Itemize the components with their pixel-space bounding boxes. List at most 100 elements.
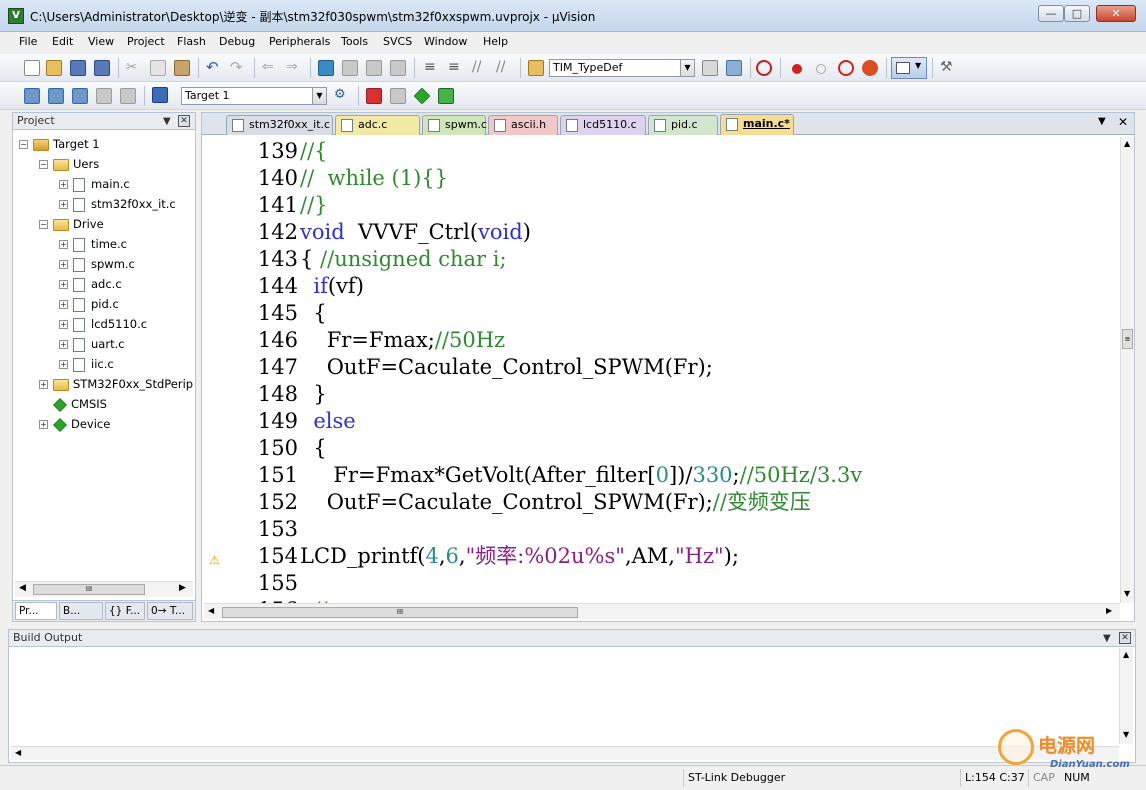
editor-vscroll[interactable]: ▲ ≡ ▼ <box>1120 137 1134 603</box>
tree-item[interactable]: + main.c <box>13 175 195 195</box>
find-in-files-icon[interactable] <box>528 60 544 76</box>
incremental-find-icon[interactable] <box>726 60 742 76</box>
menu-debug[interactable]: Debug <box>219 35 255 48</box>
unindent-icon[interactable]: ≡ <box>448 59 464 75</box>
pin-icon[interactable]: ▼ <box>1103 631 1111 647</box>
next-bookmark-icon[interactable] <box>366 60 382 76</box>
expand-toggle-icon[interactable]: + <box>59 300 68 309</box>
cut-icon[interactable]: ✂ <box>126 60 142 76</box>
expand-toggle-icon[interactable] <box>39 400 48 409</box>
scroll-down-icon[interactable]: ▼ <box>1124 589 1130 598</box>
tab-main-c-[interactable]: main.c* <box>720 114 794 135</box>
expand-toggle-icon[interactable]: + <box>59 320 68 329</box>
comment-icon[interactable]: // <box>472 59 488 75</box>
expand-toggle-icon[interactable]: + <box>59 340 68 349</box>
code-line[interactable]: 139//{ <box>204 138 1120 165</box>
menu-edit[interactable]: Edit <box>52 35 73 48</box>
code-line[interactable]: 150 { <box>204 435 1120 462</box>
code-line[interactable]: 149 else <box>204 408 1120 435</box>
kill-breakpoints-icon[interactable] <box>838 60 854 76</box>
bookmark-icon[interactable] <box>318 60 334 76</box>
disable-breakpoint-icon[interactable] <box>816 64 826 74</box>
clear-bookmarks-icon[interactable] <box>390 60 406 76</box>
code-line[interactable]: 142 void VVVF_Ctrl(void) <box>204 219 1120 246</box>
select-packs-icon[interactable] <box>438 88 454 104</box>
scroll-right-icon[interactable]: ▶ <box>1106 606 1112 615</box>
expand-toggle-icon[interactable]: + <box>59 360 68 369</box>
expand-toggle-icon[interactable]: − <box>39 220 48 229</box>
expand-toggle-icon[interactable]: + <box>59 240 68 249</box>
tree-item[interactable]: + iic.c <box>13 355 195 375</box>
tab-lcd5110-c[interactable]: lcd5110.c <box>560 115 646 135</box>
editor-vscroll-thumb[interactable]: ≡ <box>1122 329 1133 349</box>
tree-item[interactable]: + pid.c <box>13 295 195 315</box>
build-hscroll[interactable]: ◀ <box>11 746 1119 760</box>
translate-icon[interactable] <box>24 88 40 104</box>
save-all-icon[interactable] <box>94 60 110 76</box>
project-hscroll[interactable]: ◀ III ▶ <box>15 581 193 597</box>
tab-pid-c[interactable]: pid.c <box>648 115 718 135</box>
scroll-left-icon[interactable]: ◀ <box>15 748 21 757</box>
scroll-up-icon[interactable]: ▲ <box>1123 650 1129 659</box>
tree-item[interactable]: CMSIS <box>13 395 195 415</box>
code-line[interactable]: 141//} <box>204 192 1120 219</box>
breakpoint-icon[interactable] <box>792 64 802 74</box>
code-line[interactable]: 152 OutF=Caculate_Control_SPWM(Fr);//变频变… <box>204 489 1120 516</box>
build-icon[interactable] <box>48 88 64 104</box>
expand-toggle-icon[interactable]: − <box>39 160 48 169</box>
paste-icon[interactable] <box>174 60 190 76</box>
navigate-forward-icon[interactable]: ⇒ <box>286 59 302 75</box>
undo-icon[interactable]: ↶ <box>206 59 222 75</box>
code-line[interactable]: 147 OutF=Caculate_Control_SPWM(Fr); <box>204 354 1120 381</box>
code-line[interactable]: 140// while (1){} <box>204 165 1120 192</box>
menu-file[interactable]: File <box>19 35 37 48</box>
tree-item[interactable]: + time.c <box>13 235 195 255</box>
rebuild-icon[interactable] <box>72 88 88 104</box>
code-line[interactable]: ⚠ 154 LCD_printf(4,6,"频率:%02u%s",AM,"Hz"); <box>204 543 1120 570</box>
chevron-down-icon[interactable]: ▼ <box>680 60 694 76</box>
copy-icon[interactable] <box>150 60 166 76</box>
tab-ascii-h[interactable]: ascii.h <box>488 115 558 135</box>
project-bottom-tab[interactable]: B... <box>59 602 103 620</box>
project-bottom-tab[interactable]: Pr... <box>15 602 57 620</box>
expand-toggle-icon[interactable]: + <box>59 180 68 189</box>
tab-adc-c[interactable]: adc.c <box>335 115 420 135</box>
tree-item[interactable]: − Uers <box>13 155 195 175</box>
menu-flash[interactable]: Flash <box>177 35 206 48</box>
tab-stm32f0xx-it-c[interactable]: stm32f0xx_it.c <box>226 115 333 135</box>
editor-hscroll[interactable]: ◀ III ▶ <box>204 603 1120 619</box>
scroll-left-icon[interactable]: ◀ <box>19 583 26 593</box>
chevron-down-icon[interactable]: ▼ <box>312 88 326 104</box>
uncomment-icon[interactable]: // <box>496 59 512 75</box>
code-line[interactable]: 146 Fr=Fmax;//50Hz <box>204 327 1120 354</box>
code-line[interactable]: 151 Fr=Fmax*GetVolt(After_filter[0])/330… <box>204 462 1120 489</box>
minimize-button[interactable]: — <box>1038 5 1064 22</box>
build-output-text[interactable] <box>11 650 1119 744</box>
tree-item[interactable]: − Target 1 <box>13 135 195 155</box>
batch-build-icon[interactable] <box>96 88 112 104</box>
manage-project-items-icon[interactable] <box>366 88 382 104</box>
code-line[interactable]: 148 } <box>204 381 1120 408</box>
tree-item[interactable]: + adc.c <box>13 275 195 295</box>
pin-icon[interactable]: ▼ <box>163 114 171 130</box>
navigate-back-icon[interactable]: ⇐ <box>262 59 278 75</box>
code-line[interactable]: 144 if(vf) <box>204 273 1120 300</box>
prev-bookmark-icon[interactable] <box>342 60 358 76</box>
menu-help[interactable]: Help <box>483 35 508 48</box>
window-layout-button[interactable]: ▼ <box>891 57 927 79</box>
tree-item[interactable]: + Device <box>13 415 195 435</box>
code-line[interactable]: 155 <box>204 570 1120 597</box>
code-editor[interactable]: 139//{140// while (1){} 141//} 142 void VVV… <box>204 137 1120 603</box>
expand-toggle-icon[interactable]: + <box>39 380 48 389</box>
tree-item[interactable]: − Drive <box>13 215 195 235</box>
tree-item[interactable]: + lcd5110.c <box>13 315 195 335</box>
wrench-icon[interactable]: ⚒ <box>940 59 956 75</box>
new-file-icon[interactable] <box>24 60 40 76</box>
expand-toggle-icon[interactable]: + <box>39 420 48 429</box>
tree-item[interactable]: + spwm.c <box>13 255 195 275</box>
file-extensions-icon[interactable] <box>390 88 406 104</box>
expand-toggle-icon[interactable]: − <box>19 140 28 149</box>
menu-window[interactable]: Window <box>424 35 467 48</box>
tree-item[interactable]: + STM32F0xx_StdPerip <box>13 375 195 395</box>
menu-svcs[interactable]: SVCS <box>383 35 412 48</box>
